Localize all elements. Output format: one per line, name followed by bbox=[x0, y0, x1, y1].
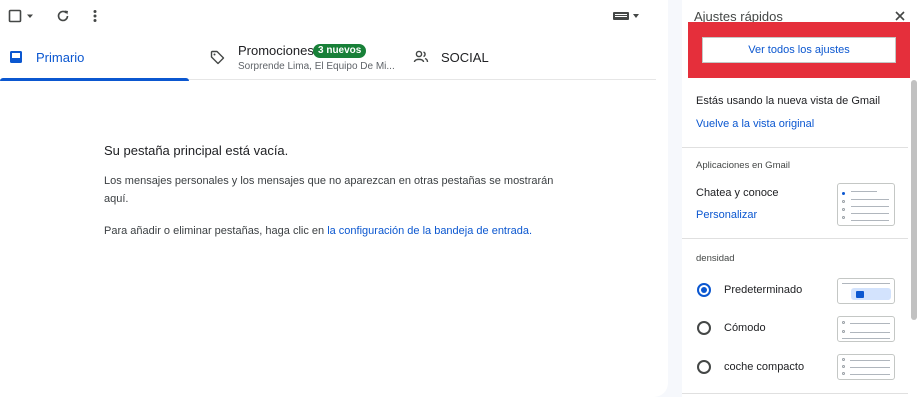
category-tabs: Primario Promociones 3 nuevos Sorprende … bbox=[0, 34, 656, 81]
density-option-label: Predeterminado bbox=[724, 284, 803, 296]
preview-line bbox=[851, 199, 889, 200]
preview-line bbox=[850, 360, 890, 361]
empty-description: Los mensajes personales y los mensajes q… bbox=[104, 175, 554, 205]
density-heading: densidad bbox=[696, 253, 735, 264]
density-option-label: coche compacto bbox=[724, 361, 805, 373]
preview-dot bbox=[842, 216, 845, 219]
preview-line bbox=[850, 367, 890, 368]
people-icon bbox=[413, 49, 429, 69]
empty-heading: Su pestaña principal está vacía. bbox=[104, 143, 289, 158]
empty-instructions-text: Para añadir o eliminar pestañas, haga cl… bbox=[104, 225, 328, 237]
caret-down-icon[interactable] bbox=[25, 11, 35, 21]
tab-primary-label: Primario bbox=[36, 50, 85, 65]
divider bbox=[682, 147, 908, 148]
preview-dot bbox=[842, 208, 845, 211]
tab-social-label: SOCIAL bbox=[441, 50, 489, 65]
more-vert-icon[interactable] bbox=[88, 8, 102, 24]
preview-dot bbox=[842, 358, 845, 361]
preview-line bbox=[851, 191, 877, 192]
preview-dot bbox=[842, 330, 845, 333]
new-count-badge: 3 nuevos bbox=[313, 44, 367, 58]
preview-line bbox=[850, 332, 890, 333]
preview-line bbox=[842, 283, 890, 284]
density-compact-thumbnail bbox=[837, 354, 895, 380]
mail-list-area: Primario Promociones 3 nuevos Sorprende … bbox=[0, 0, 668, 397]
apps-preview-thumbnail bbox=[837, 183, 895, 226]
density-comfortable-thumbnail bbox=[837, 316, 895, 342]
panel-scrollbar[interactable] bbox=[911, 80, 917, 320]
tab-selected-indicator bbox=[0, 78, 189, 81]
tab-promotions-label: Promociones bbox=[238, 43, 314, 58]
preview-line bbox=[851, 213, 889, 214]
quick-settings-panel: Ajustes rápidos Ver todos los ajustes Es… bbox=[682, 0, 920, 397]
back-to-original-link[interactable]: Vuelve a la vista original bbox=[696, 118, 814, 130]
empty-instructions: Para añadir o eliminar pestañas, haga cl… bbox=[104, 222, 564, 240]
preview-line bbox=[850, 323, 890, 324]
tag-icon bbox=[210, 50, 225, 70]
density-default-thumbnail bbox=[837, 278, 895, 304]
attachment-chip-icon bbox=[856, 291, 864, 298]
keyboard-icon[interactable] bbox=[612, 10, 640, 22]
radio-unselected[interactable] bbox=[697, 360, 711, 374]
preview-dot bbox=[842, 372, 845, 375]
tab-social[interactable]: SOCIAL bbox=[405, 34, 575, 80]
preview-dot bbox=[842, 200, 845, 203]
inbox-settings-link[interactable]: la configuración de la bandeja de entrad… bbox=[327, 225, 532, 237]
preview-dot bbox=[842, 321, 845, 324]
empty-state: Su pestaña principal está vacía. Los men… bbox=[104, 143, 564, 254]
inbox-icon bbox=[9, 50, 23, 69]
radio-selected[interactable] bbox=[697, 283, 711, 297]
preview-line bbox=[851, 220, 889, 221]
divider bbox=[682, 393, 908, 394]
tab-promotions[interactable]: Promociones 3 nuevos Sorprende Lima, El … bbox=[200, 34, 400, 80]
apps-text: Chatea y conoce bbox=[696, 187, 779, 199]
customize-link[interactable]: Personalizar bbox=[696, 209, 757, 221]
refresh-icon[interactable] bbox=[55, 8, 71, 24]
toolbar bbox=[0, 0, 668, 32]
preview-line bbox=[842, 338, 890, 339]
divider bbox=[682, 238, 908, 239]
checkbox-icon[interactable] bbox=[8, 9, 22, 23]
preview-line bbox=[851, 206, 889, 207]
preview-dot bbox=[842, 365, 845, 368]
density-option-label: Cómodo bbox=[724, 322, 766, 334]
see-all-settings-button[interactable]: Ver todos los ajustes bbox=[702, 37, 896, 63]
tab-primary[interactable]: Primario bbox=[0, 34, 189, 81]
apps-heading: Aplicaciones en Gmail bbox=[696, 160, 790, 171]
radio-unselected[interactable] bbox=[697, 321, 711, 335]
new-view-text: Estás usando la nueva vista de Gmail bbox=[696, 95, 881, 107]
preview-dot bbox=[842, 192, 845, 195]
preview-line bbox=[850, 374, 890, 375]
tab-promotions-senders: Sorprende Lima, El Equipo De Mi... bbox=[238, 61, 395, 72]
